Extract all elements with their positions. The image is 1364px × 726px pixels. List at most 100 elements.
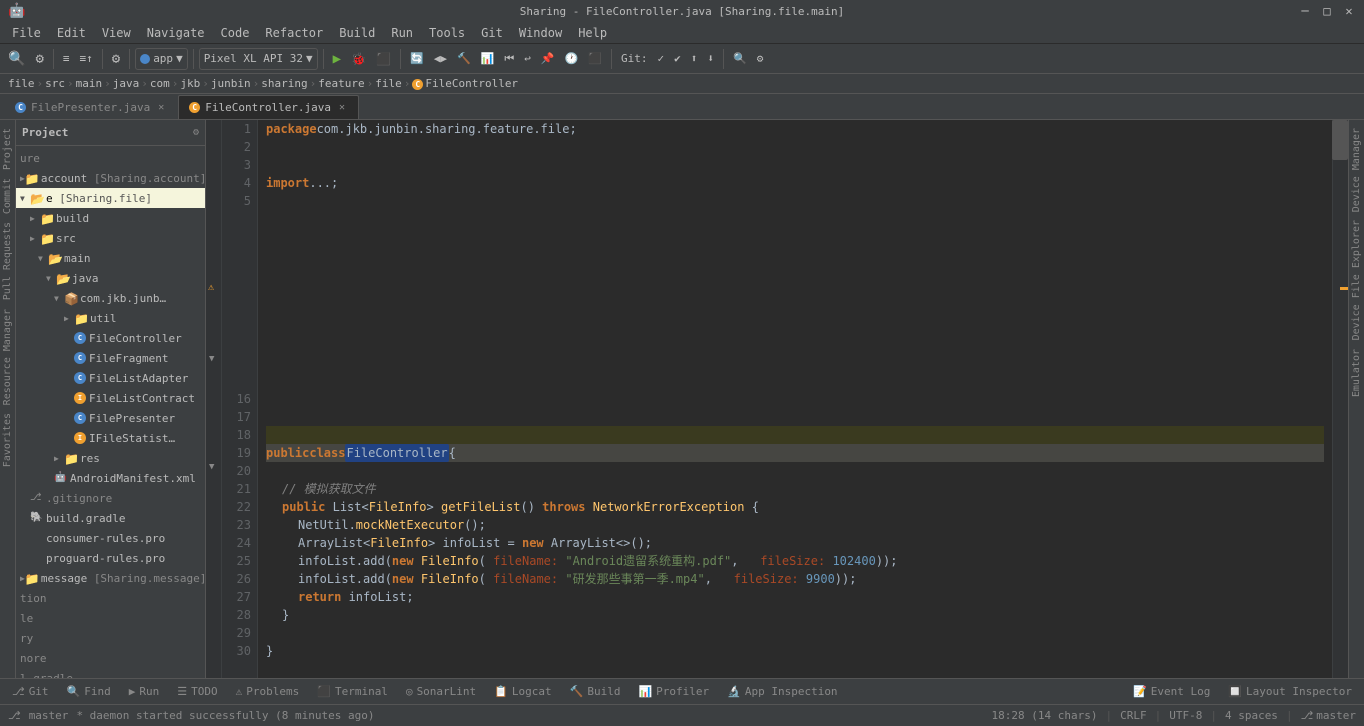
left-panel-resource[interactable]: Resource Manager: [0, 305, 15, 409]
maximize-button[interactable]: □: [1320, 4, 1334, 18]
project-panel-gear[interactable]: ⚙: [193, 127, 199, 138]
menu-navigate[interactable]: Navigate: [139, 22, 213, 44]
breadcrumb-junbin[interactable]: junbin: [211, 77, 251, 90]
git-btn-check2[interactable]: ✔: [670, 47, 685, 71]
status-time[interactable]: 18:28 (14 chars): [991, 709, 1097, 722]
tree-item-sharing-file[interactable]: ▼ 📂 e [Sharing.file]: [16, 188, 205, 208]
right-panel-device-manager[interactable]: Device Manager: [1349, 124, 1364, 216]
right-panel-device-file[interactable]: Device File Explorer: [1349, 216, 1364, 344]
git-branch-label[interactable]: master: [29, 709, 69, 722]
bottom-tab-find[interactable]: 🔍 Find: [59, 681, 119, 703]
run-config-dropdown[interactable]: app ▼: [135, 48, 188, 70]
tree-item-filecontroller[interactable]: C FileController: [16, 328, 205, 348]
breadcrumb-filecontroller[interactable]: CFileController: [412, 77, 518, 90]
tree-item-java[interactable]: ▼ 📂 java: [16, 268, 205, 288]
tree-item-tion[interactable]: tion: [16, 588, 205, 608]
menu-build[interactable]: Build: [331, 22, 383, 44]
tree-item-ure[interactable]: ure: [16, 148, 205, 168]
menu-refactor[interactable]: Refactor: [257, 22, 331, 44]
close-button[interactable]: ✕: [1342, 4, 1356, 18]
tab-filepresenter[interactable]: C FilePresenter.java ✕: [4, 95, 178, 119]
breadcrumb-feature[interactable]: feature: [318, 77, 364, 90]
tree-item-filelistadapter[interactable]: C FileListAdapter: [16, 368, 205, 388]
tree-item-buildgradle[interactable]: 🐘 build.gradle: [16, 508, 205, 528]
bottom-tab-layoutinspector[interactable]: 🔲 Layout Inspector: [1220, 681, 1360, 703]
menu-view[interactable]: View: [94, 22, 139, 44]
status-charset[interactable]: UTF-8: [1169, 709, 1202, 722]
tree-item-util[interactable]: ▶ 📁 util: [16, 308, 205, 328]
bottom-tab-problems[interactable]: ⚠ Problems: [228, 681, 308, 703]
toolbar-btn-4[interactable]: ≡↑: [76, 47, 97, 71]
breadcrumb-jkb[interactable]: jkb: [180, 77, 200, 90]
fold-arrow-line27[interactable]: ▼: [209, 462, 214, 472]
toolbar-btn-7[interactable]: ◀▶: [430, 47, 451, 71]
bottom-tab-todo[interactable]: ☰ TODO: [169, 681, 225, 703]
toolbar-btn-search2[interactable]: 🔍: [729, 47, 751, 71]
fold-arrow-line21[interactable]: ▼: [209, 354, 214, 364]
scroll-thumb[interactable]: [1332, 120, 1348, 160]
bottom-tab-logcat[interactable]: 📋 Logcat: [486, 681, 559, 703]
tree-item-proguardrules[interactable]: proguard-rules.pro: [16, 548, 205, 568]
toolbar-btn-sync[interactable]: 🔄: [406, 47, 428, 71]
tree-item-ifilestatistics[interactable]: I IFileStatisticsImp...: [16, 428, 205, 448]
bottom-tab-eventlog[interactable]: 📝 Event Log: [1125, 681, 1218, 703]
code-content[interactable]: package com.jkb.junbin.sharing.feature.f…: [258, 120, 1332, 678]
bottom-tab-profiler[interactable]: 📊 Profiler: [630, 681, 717, 703]
menu-edit[interactable]: Edit: [49, 22, 94, 44]
breadcrumb-java[interactable]: java: [113, 77, 140, 90]
status-branch-right[interactable]: ⎇ master: [1301, 709, 1356, 722]
menu-window[interactable]: Window: [511, 22, 570, 44]
breadcrumb-com[interactable]: com: [150, 77, 170, 90]
stop-button[interactable]: ⬛: [372, 47, 395, 71]
run-button[interactable]: ▶: [329, 47, 345, 71]
bottom-tab-run[interactable]: ▶ Run: [121, 681, 168, 703]
tree-item-androidmanifest[interactable]: 🤖 AndroidManifest.xml: [16, 468, 205, 488]
debug-button[interactable]: 🐞: [347, 47, 370, 71]
bottom-tab-appinspection[interactable]: 🔬 App Inspection: [719, 681, 845, 703]
status-encoding[interactable]: CRLF: [1120, 709, 1147, 722]
toolbar-btn-9[interactable]: 📊: [477, 47, 499, 71]
menu-help[interactable]: Help: [570, 22, 615, 44]
minimize-button[interactable]: ─: [1298, 4, 1312, 18]
tree-item-main[interactable]: ▼ 📂 main: [16, 248, 205, 268]
bottom-tab-sonarlint[interactable]: ◎ SonarLint: [398, 681, 484, 703]
breadcrumb-src[interactable]: src: [45, 77, 65, 90]
bottom-tab-build[interactable]: 🔨 Build: [562, 681, 629, 703]
breadcrumb-file[interactable]: file: [8, 77, 35, 90]
tree-item-filefragment[interactable]: C FileFragment: [16, 348, 205, 368]
toolbar-btn-11[interactable]: ↩: [520, 47, 535, 71]
tree-item-ry[interactable]: ry: [16, 628, 205, 648]
bottom-tab-git[interactable]: ⎇ Git: [4, 681, 57, 703]
tree-item-filelistcontract[interactable]: I FileListContract: [16, 388, 205, 408]
git-btn-arrow-up[interactable]: ⬆: [687, 47, 702, 71]
breadcrumb-main[interactable]: main: [76, 77, 103, 90]
tab-filecontroller[interactable]: C FileController.java ✕: [178, 95, 359, 119]
toolbar-btn-12[interactable]: 📌: [537, 47, 559, 71]
tree-item-filepresenter[interactable]: C FilePresenter: [16, 408, 205, 428]
tree-item-message[interactable]: ▶ 📁 message [Sharing.message]: [16, 568, 205, 588]
left-panel-favorites[interactable]: Favorites: [0, 409, 15, 471]
git-btn-arrow-down[interactable]: ⬇: [703, 47, 718, 71]
tree-item-src[interactable]: ▶ 📁 src: [16, 228, 205, 248]
tree-item-account[interactable]: ▶ 📁 account [Sharing.account]: [16, 168, 205, 188]
menu-run[interactable]: Run: [383, 22, 421, 44]
toolbar-btn-8[interactable]: 🔨: [453, 47, 475, 71]
tree-item-build[interactable]: ▶ 📁 build: [16, 208, 205, 228]
menu-tools[interactable]: Tools: [421, 22, 473, 44]
status-indent[interactable]: 4 spaces: [1225, 709, 1278, 722]
toolbar-btn-settings[interactable]: ⚙: [753, 47, 768, 71]
toolbar-btn-13[interactable]: 🕐: [561, 47, 583, 71]
menu-file[interactable]: File: [4, 22, 49, 44]
toolbar-btn-10[interactable]: ⏮: [500, 47, 518, 71]
right-panel-emulator[interactable]: Emulator: [1349, 345, 1364, 401]
left-panel-commit[interactable]: Commit: [0, 174, 15, 218]
toolbar-btn-14[interactable]: ⬛: [584, 47, 606, 71]
tree-item-nore[interactable]: nore: [16, 648, 205, 668]
toolbar-btn-search[interactable]: 🔍: [4, 47, 29, 71]
tab-close-filecontroller[interactable]: ✕: [336, 102, 348, 114]
menu-git[interactable]: Git: [473, 22, 511, 44]
tree-item-package[interactable]: ▼ 📦 com.jkb.junbin.shari...: [16, 288, 205, 308]
tree-item-lgradle[interactable]: l.gradle: [16, 668, 205, 678]
toolbar-btn-gear[interactable]: ⚙: [31, 47, 47, 71]
device-dropdown[interactable]: Pixel XL API 32 ▼: [199, 48, 318, 70]
